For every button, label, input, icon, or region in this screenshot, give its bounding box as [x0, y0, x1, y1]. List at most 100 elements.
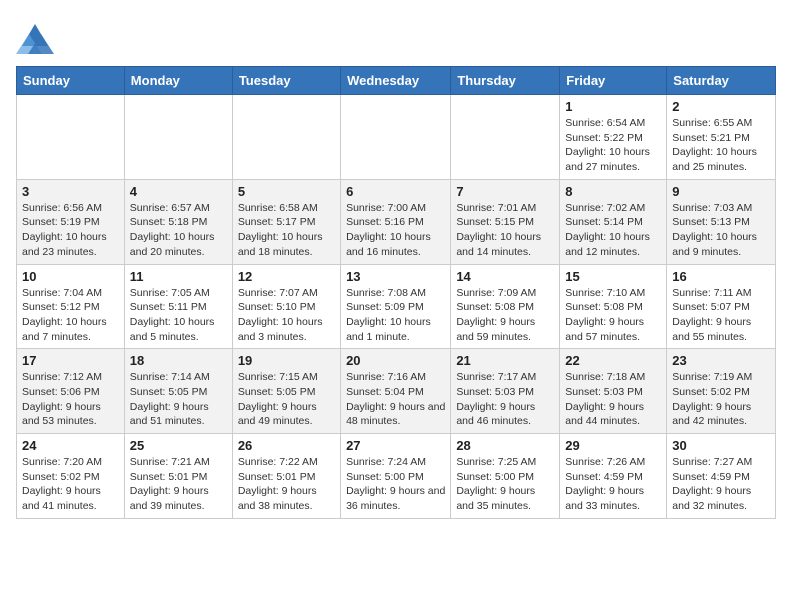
day-info: Sunrise: 6:55 AM Sunset: 5:21 PM Dayligh…: [672, 116, 770, 175]
calendar-cell: 11Sunrise: 7:05 AM Sunset: 5:11 PM Dayli…: [124, 264, 232, 349]
page-header: [16, 16, 776, 56]
day-info: Sunrise: 7:16 AM Sunset: 5:04 PM Dayligh…: [346, 370, 445, 429]
day-number: 14: [456, 269, 554, 284]
day-number: 18: [130, 353, 227, 368]
weekday-header-tuesday: Tuesday: [232, 67, 340, 95]
calendar-cell: 27 Sunrise: 7:24 AM Sunset: 5:00 PM Dayli…: [341, 434, 451, 519]
day-number: 5: [238, 184, 335, 199]
day-info: Sunrise: 7:05 AM Sunset: 5:11 PM Dayligh…: [130, 286, 227, 345]
weekday-header-monday: Monday: [124, 67, 232, 95]
calendar-cell: 19 Sunrise: 7:15 AM Sunset: 5:05 PM Dayli…: [232, 349, 340, 434]
calendar-cell: 17 Sunrise: 7:12 AM Sunset: 5:06 PM Dayli…: [17, 349, 125, 434]
calendar-cell: [17, 95, 125, 180]
calendar-table: SundayMondayTuesdayWednesdayThursdayFrid…: [16, 66, 776, 519]
day-info: Sunrise: 7:01 AM Sunset: 5:15 PM Dayligh…: [456, 201, 554, 260]
day-number: 3: [22, 184, 119, 199]
calendar-cell: [451, 95, 560, 180]
weekday-header-thursday: Thursday: [451, 67, 560, 95]
calendar-week-1: 1Sunrise: 6:54 AM Sunset: 5:22 PM Daylig…: [17, 95, 776, 180]
calendar-cell: 30 Sunrise: 7:27 AM Sunset: 4:59 PM Dayli…: [667, 434, 776, 519]
day-info: Sunrise: 7:04 AM Sunset: 5:12 PM Dayligh…: [22, 286, 119, 345]
calendar-cell: 18 Sunrise: 7:14 AM Sunset: 5:05 PM Dayli…: [124, 349, 232, 434]
day-number: 27: [346, 438, 445, 453]
calendar-cell: 23Sunrise: 7:19 AM Sunset: 5:02 PM Dayli…: [667, 349, 776, 434]
day-info: Sunrise: 7:10 AM Sunset: 5:08 PM Dayligh…: [565, 286, 661, 345]
day-number: 2: [672, 99, 770, 114]
weekday-header-saturday: Saturday: [667, 67, 776, 95]
day-number: 26: [238, 438, 335, 453]
weekday-header-sunday: Sunday: [17, 67, 125, 95]
day-number: 4: [130, 184, 227, 199]
day-number: 30: [672, 438, 770, 453]
day-info: Sunrise: 7:12 AM Sunset: 5:06 PM Dayligh…: [22, 370, 119, 429]
calendar-cell: 5 Sunrise: 6:58 AM Sunset: 5:17 PM Daylig…: [232, 179, 340, 264]
day-info: Sunrise: 7:07 AM Sunset: 5:10 PM Dayligh…: [238, 286, 335, 345]
calendar-cell: 10 Sunrise: 7:04 AM Sunset: 5:12 PM Dayli…: [17, 264, 125, 349]
day-info: Sunrise: 7:11 AM Sunset: 5:07 PM Dayligh…: [672, 286, 770, 345]
day-info: Sunrise: 7:24 AM Sunset: 5:00 PM Dayligh…: [346, 455, 445, 514]
calendar-cell: 1Sunrise: 6:54 AM Sunset: 5:22 PM Daylig…: [560, 95, 667, 180]
calendar-cell: 14 Sunrise: 7:09 AM Sunset: 5:08 PM Dayli…: [451, 264, 560, 349]
day-number: 9: [672, 184, 770, 199]
day-number: 19: [238, 353, 335, 368]
day-info: Sunrise: 6:56 AM Sunset: 5:19 PM Dayligh…: [22, 201, 119, 260]
calendar-cell: 2 Sunrise: 6:55 AM Sunset: 5:21 PM Daylig…: [667, 95, 776, 180]
day-info: Sunrise: 7:25 AM Sunset: 5:00 PM Dayligh…: [456, 455, 554, 514]
day-number: 20: [346, 353, 445, 368]
day-number: 6: [346, 184, 445, 199]
day-info: Sunrise: 7:18 AM Sunset: 5:03 PM Dayligh…: [565, 370, 661, 429]
day-info: Sunrise: 7:02 AM Sunset: 5:14 PM Dayligh…: [565, 201, 661, 260]
calendar-cell: 26 Sunrise: 7:22 AM Sunset: 5:01 PM Dayli…: [232, 434, 340, 519]
day-info: Sunrise: 6:54 AM Sunset: 5:22 PM Dayligh…: [565, 116, 661, 175]
day-number: 7: [456, 184, 554, 199]
day-number: 15: [565, 269, 661, 284]
calendar-cell: 15 Sunrise: 7:10 AM Sunset: 5:08 PM Dayli…: [560, 264, 667, 349]
calendar-cell: 24Sunrise: 7:20 AM Sunset: 5:02 PM Dayli…: [17, 434, 125, 519]
calendar-page: SundayMondayTuesdayWednesdayThursdayFrid…: [0, 0, 792, 535]
day-info: Sunrise: 7:27 AM Sunset: 4:59 PM Dayligh…: [672, 455, 770, 514]
calendar-cell: 28Sunrise: 7:25 AM Sunset: 5:00 PM Dayli…: [451, 434, 560, 519]
day-number: 21: [456, 353, 554, 368]
day-number: 10: [22, 269, 119, 284]
day-number: 16: [672, 269, 770, 284]
logo: [16, 16, 58, 56]
day-info: Sunrise: 6:58 AM Sunset: 5:17 PM Dayligh…: [238, 201, 335, 260]
calendar-week-4: 17 Sunrise: 7:12 AM Sunset: 5:06 PM Dayli…: [17, 349, 776, 434]
calendar-cell: 8Sunrise: 7:02 AM Sunset: 5:14 PM Daylig…: [560, 179, 667, 264]
day-number: 17: [22, 353, 119, 368]
day-info: Sunrise: 7:08 AM Sunset: 5:09 PM Dayligh…: [346, 286, 445, 345]
day-info: Sunrise: 7:09 AM Sunset: 5:08 PM Dayligh…: [456, 286, 554, 345]
calendar-cell: 29 Sunrise: 7:26 AM Sunset: 4:59 PM Dayli…: [560, 434, 667, 519]
calendar-week-5: 24Sunrise: 7:20 AM Sunset: 5:02 PM Dayli…: [17, 434, 776, 519]
calendar-cell: 20 Sunrise: 7:16 AM Sunset: 5:04 PM Dayli…: [341, 349, 451, 434]
calendar-cell: 21 Sunrise: 7:17 AM Sunset: 5:03 PM Dayli…: [451, 349, 560, 434]
logo-icon: [16, 16, 54, 54]
weekday-header-friday: Friday: [560, 67, 667, 95]
calendar-cell: 3 Sunrise: 6:56 AM Sunset: 5:19 PM Daylig…: [17, 179, 125, 264]
calendar-cell: 13Sunrise: 7:08 AM Sunset: 5:09 PM Dayli…: [341, 264, 451, 349]
calendar-cell: 6 Sunrise: 7:00 AM Sunset: 5:16 PM Daylig…: [341, 179, 451, 264]
calendar-cell: 12 Sunrise: 7:07 AM Sunset: 5:10 PM Dayli…: [232, 264, 340, 349]
calendar-cell: 25Sunrise: 7:21 AM Sunset: 5:01 PM Dayli…: [124, 434, 232, 519]
calendar-cell: 22Sunrise: 7:18 AM Sunset: 5:03 PM Dayli…: [560, 349, 667, 434]
calendar-cell: [341, 95, 451, 180]
day-info: Sunrise: 7:14 AM Sunset: 5:05 PM Dayligh…: [130, 370, 227, 429]
day-info: Sunrise: 7:22 AM Sunset: 5:01 PM Dayligh…: [238, 455, 335, 514]
day-info: Sunrise: 7:26 AM Sunset: 4:59 PM Dayligh…: [565, 455, 661, 514]
calendar-week-2: 3 Sunrise: 6:56 AM Sunset: 5:19 PM Daylig…: [17, 179, 776, 264]
calendar-cell: 9 Sunrise: 7:03 AM Sunset: 5:13 PM Daylig…: [667, 179, 776, 264]
weekday-header-wednesday: Wednesday: [341, 67, 451, 95]
day-info: Sunrise: 7:03 AM Sunset: 5:13 PM Dayligh…: [672, 201, 770, 260]
day-info: Sunrise: 7:17 AM Sunset: 5:03 PM Dayligh…: [456, 370, 554, 429]
day-number: 24: [22, 438, 119, 453]
day-number: 29: [565, 438, 661, 453]
day-number: 12: [238, 269, 335, 284]
day-info: Sunrise: 7:00 AM Sunset: 5:16 PM Dayligh…: [346, 201, 445, 260]
day-info: Sunrise: 7:19 AM Sunset: 5:02 PM Dayligh…: [672, 370, 770, 429]
day-info: Sunrise: 7:15 AM Sunset: 5:05 PM Dayligh…: [238, 370, 335, 429]
day-info: Sunrise: 7:21 AM Sunset: 5:01 PM Dayligh…: [130, 455, 227, 514]
calendar-header-row: SundayMondayTuesdayWednesdayThursdayFrid…: [17, 67, 776, 95]
calendar-cell: [124, 95, 232, 180]
calendar-cell: 7 Sunrise: 7:01 AM Sunset: 5:15 PM Daylig…: [451, 179, 560, 264]
day-info: Sunrise: 6:57 AM Sunset: 5:18 PM Dayligh…: [130, 201, 227, 260]
